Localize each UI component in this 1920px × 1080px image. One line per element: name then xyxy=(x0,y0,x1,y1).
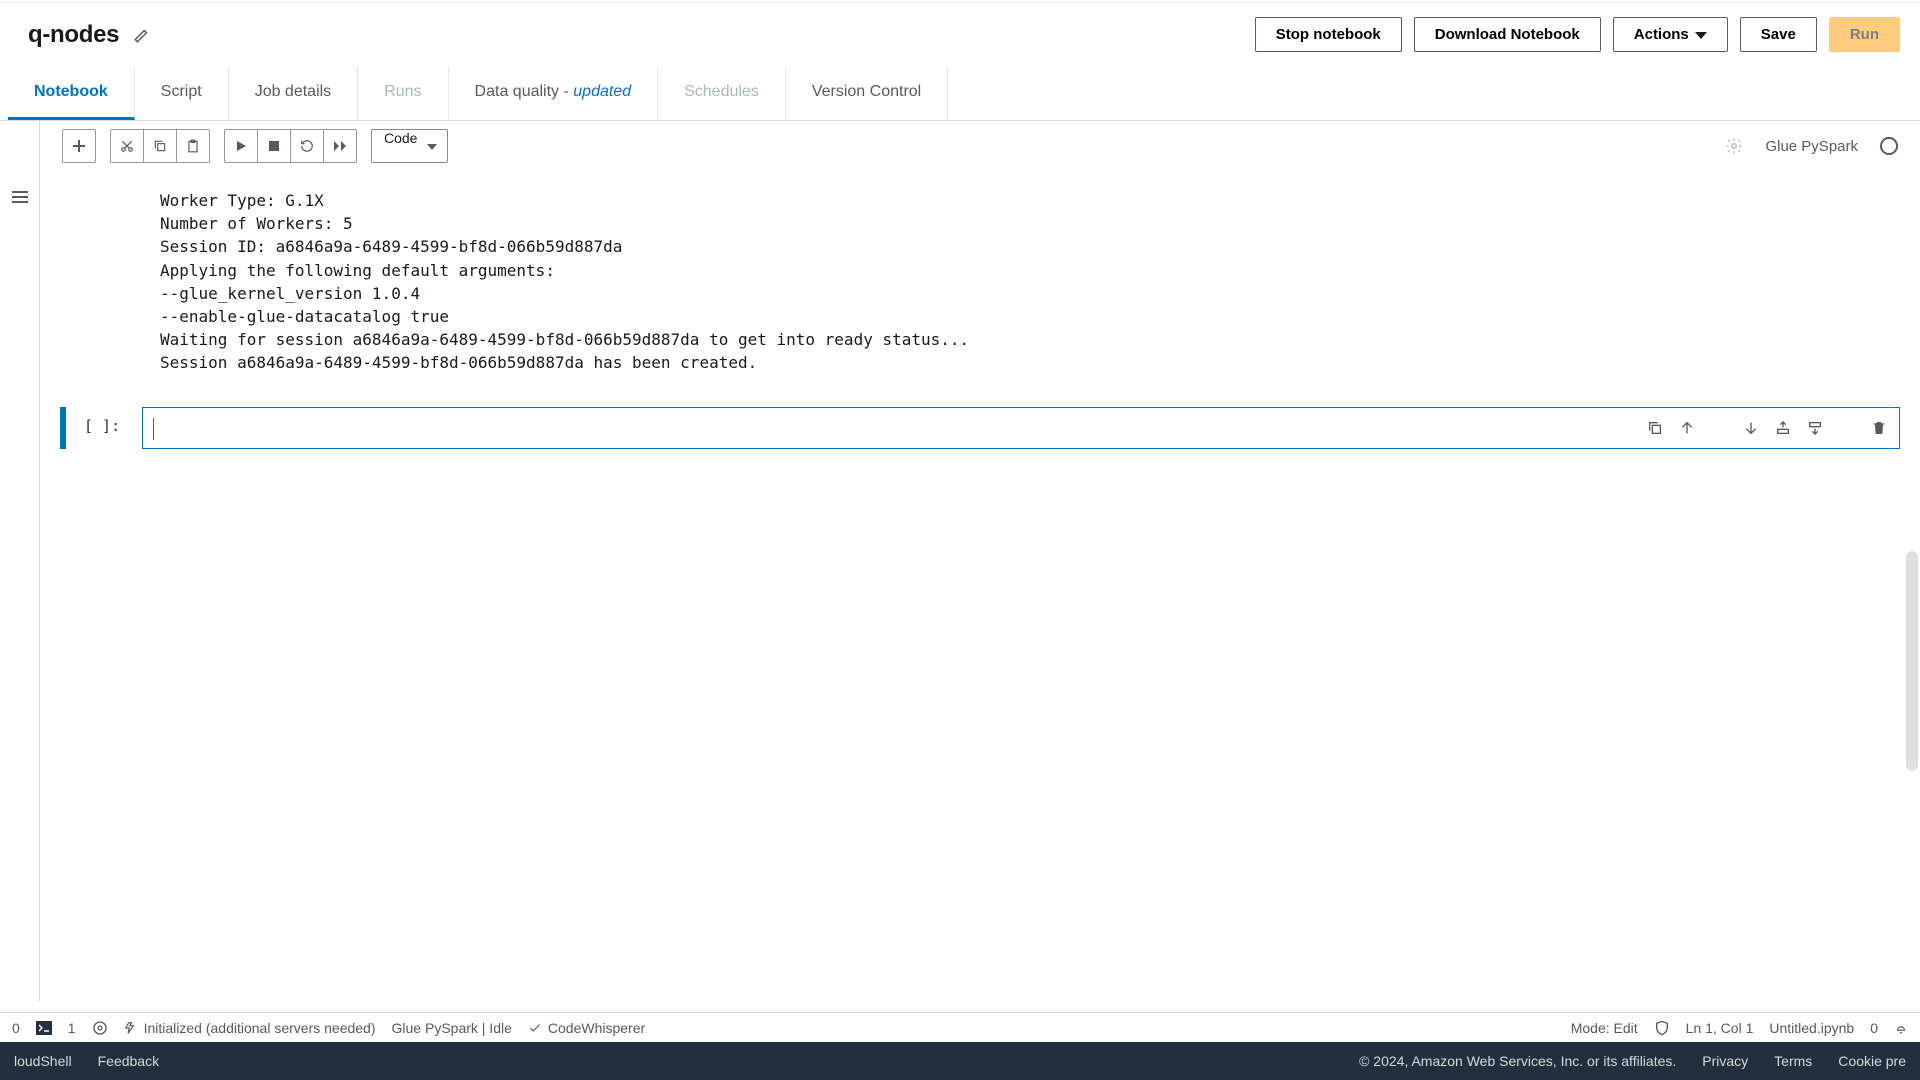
restart-button[interactable] xyxy=(290,129,324,163)
download-notebook-button[interactable]: Download Notebook xyxy=(1414,17,1601,52)
notebook-toolbar: Code Glue PySpark xyxy=(62,129,1898,163)
tab-notebook[interactable]: Notebook xyxy=(8,67,135,120)
status-right-num: 0 xyxy=(1870,1020,1878,1036)
edit-icon[interactable] xyxy=(133,26,151,44)
copyright: © 2024, Amazon Web Services, Inc. or its… xyxy=(1359,1053,1676,1069)
kernel-status-icon xyxy=(1880,137,1898,155)
settings-status-icon[interactable] xyxy=(92,1020,108,1036)
celltype-select[interactable]: Code xyxy=(371,129,448,163)
insert-below-icon[interactable] xyxy=(1801,414,1829,442)
lncol-status: Ln 1, Col 1 xyxy=(1686,1020,1754,1036)
cell-prompt: [ ]: xyxy=(84,407,142,449)
tabs: Notebook Script Job details Runs Data qu… xyxy=(0,67,1920,121)
run-cell-button[interactable] xyxy=(224,129,258,163)
tab-data-quality[interactable]: Data quality - updated xyxy=(449,67,659,120)
cookie-link[interactable]: Cookie pre xyxy=(1838,1053,1906,1069)
tab-runs: Runs xyxy=(358,67,448,120)
duplicate-cell-icon[interactable] xyxy=(1641,414,1669,442)
insert-above-icon[interactable] xyxy=(1769,414,1797,442)
side-rail xyxy=(0,121,40,1001)
kernel-status: Glue PySpark | Idle xyxy=(392,1020,512,1036)
shield-icon[interactable] xyxy=(1654,1020,1670,1036)
tab-script[interactable]: Script xyxy=(135,67,229,120)
codewhisperer-status: CodeWhisperer xyxy=(528,1020,645,1036)
cell-input-body[interactable] xyxy=(142,407,1900,449)
copy-button[interactable] xyxy=(143,129,177,163)
aws-footer: loudShell Feedback © 2024, Amazon Web Se… xyxy=(0,1042,1920,1080)
cell-active-marker xyxy=(60,407,66,449)
actions-button[interactable]: Actions xyxy=(1613,17,1728,52)
stop-cell-button[interactable] xyxy=(257,129,291,163)
privacy-link[interactable]: Privacy xyxy=(1702,1053,1748,1069)
move-up-icon[interactable] xyxy=(1673,414,1701,442)
tab-version-control[interactable]: Version Control xyxy=(786,67,948,120)
cut-button[interactable] xyxy=(110,129,144,163)
output-cell: Worker Type: G.1X Number of Workers: 5 S… xyxy=(160,181,1900,399)
cell-input[interactable] xyxy=(143,420,1635,436)
server-status: Initialized (additional servers needed) xyxy=(124,1020,376,1036)
mode-status: Mode: Edit xyxy=(1571,1020,1638,1036)
text-cursor xyxy=(153,418,154,440)
status-bar: 0 1 Initialized (additional servers need… xyxy=(0,1012,1920,1042)
kernel-label: Glue PySpark xyxy=(1765,138,1858,155)
scrollbar[interactable] xyxy=(1906,551,1918,771)
title-bar: q-nodes Stop notebook Download Notebook … xyxy=(0,3,1920,67)
stop-notebook-button[interactable]: Stop notebook xyxy=(1255,17,1402,52)
filename-status: Untitled.ipynb xyxy=(1769,1020,1854,1036)
terms-link[interactable]: Terms xyxy=(1774,1053,1812,1069)
toc-icon[interactable] xyxy=(12,191,28,203)
tab-job-details[interactable]: Job details xyxy=(229,67,359,120)
gear-icon[interactable] xyxy=(1717,129,1751,163)
terminal-icon[interactable] xyxy=(36,1021,52,1035)
output-text: Worker Type: G.1X Number of Workers: 5 S… xyxy=(160,189,1900,375)
status-one: 1 xyxy=(68,1020,76,1036)
bell-icon[interactable] xyxy=(1894,1021,1908,1035)
fast-forward-button[interactable] xyxy=(323,129,357,163)
move-down-icon[interactable] xyxy=(1737,414,1765,442)
delete-cell-icon[interactable] xyxy=(1865,414,1893,442)
add-cell-button[interactable] xyxy=(62,129,96,163)
tab-schedules: Schedules xyxy=(658,67,786,120)
cloudshell-link[interactable]: loudShell xyxy=(14,1053,72,1069)
status-zero: 0 xyxy=(12,1020,20,1036)
page-title: q-nodes xyxy=(28,21,119,49)
save-button[interactable]: Save xyxy=(1740,17,1817,52)
run-button[interactable]: Run xyxy=(1829,17,1900,52)
feedback-link[interactable]: Feedback xyxy=(98,1053,159,1069)
paste-button[interactable] xyxy=(176,129,210,163)
code-cell[interactable]: [ ]: xyxy=(60,407,1900,449)
